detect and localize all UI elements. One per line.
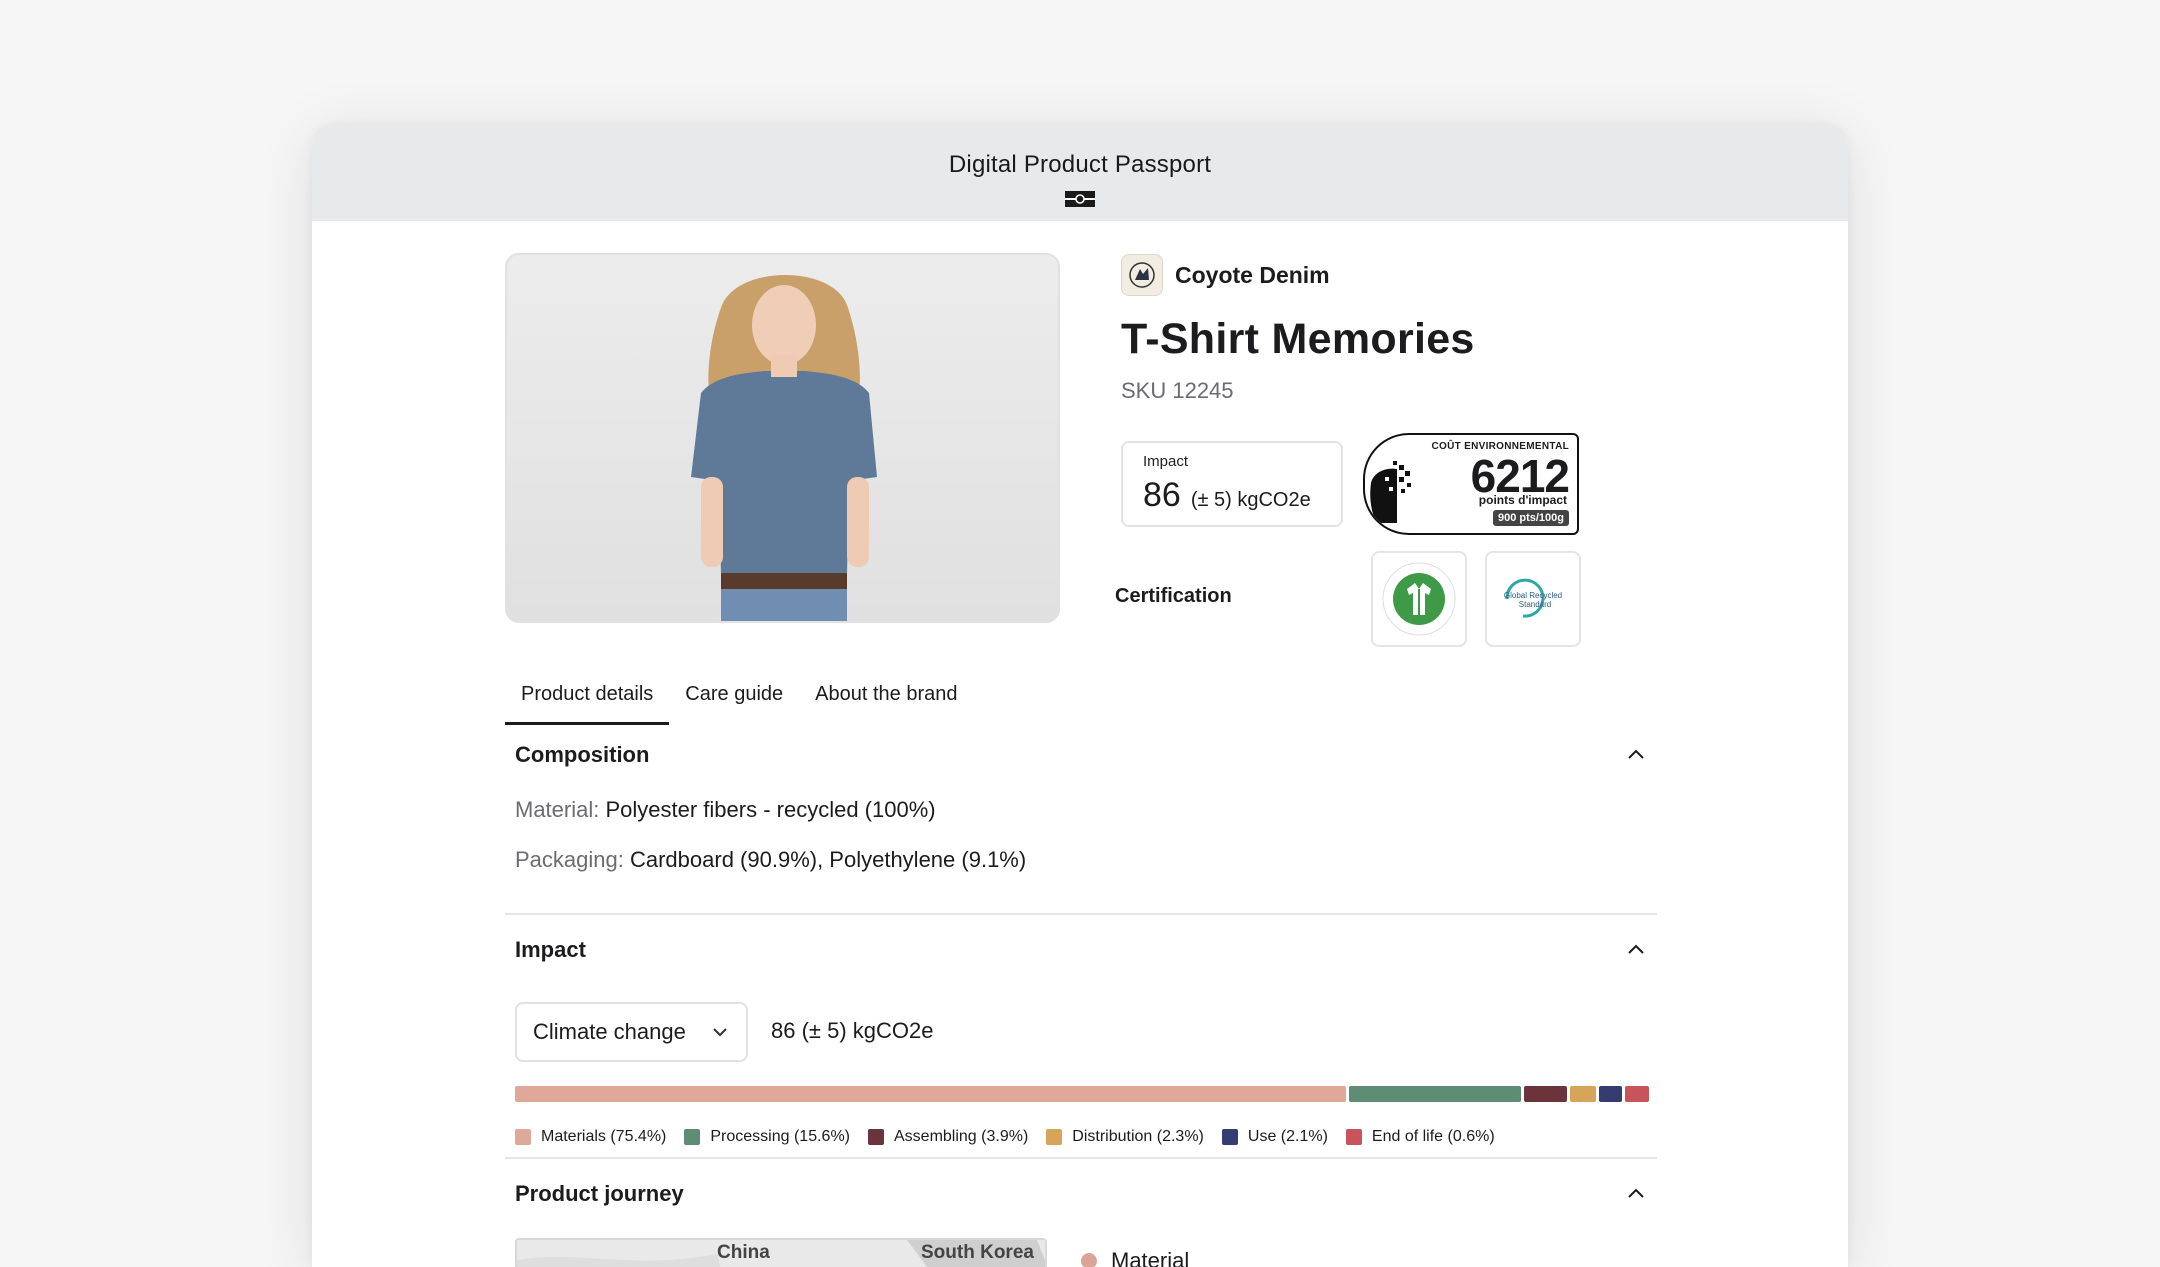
journey-map[interactable]: China South Korea: [515, 1238, 1047, 1267]
product-title: T-Shirt Memories: [1121, 315, 1475, 363]
chevron-up-icon[interactable]: [1625, 744, 1647, 766]
packaging-key: Packaging:: [515, 847, 624, 872]
impact-bar-segment[interactable]: [1570, 1086, 1596, 1102]
journey-legend-label: Material: [1111, 1248, 1190, 1267]
impact-category-value: Climate change: [533, 1019, 686, 1044]
composition-title: Composition: [515, 742, 650, 767]
legend-item: Distribution (2.3%): [1046, 1128, 1204, 1146]
chevron-down-icon: [713, 1028, 727, 1037]
journey-title: Product journey: [515, 1181, 684, 1206]
content: Coyote Denim T-Shirt Memories SKU 12245 …: [505, 253, 1657, 1267]
impact-legend: Materials (75.4%) Processing (15.6%) Assem…: [515, 1128, 1495, 1146]
impact-total: 86 (± 5) kgCO2e: [771, 1018, 934, 1043]
divider: [505, 913, 1657, 915]
impact-card-value-row: 86 (± 5) kgCO2e: [1143, 476, 1321, 515]
material-key: Material:: [515, 797, 600, 822]
tab-about-the-brand[interactable]: About the brand: [799, 673, 973, 725]
eco-label-badge: 900 pts/100g: [1492, 510, 1569, 526]
impact-bar-segment[interactable]: [1598, 1086, 1623, 1102]
impact-bar-segment[interactable]: [1625, 1086, 1649, 1102]
legend-label: Materials (75.4%): [541, 1128, 667, 1145]
svg-text:Standard: Standard: [1519, 600, 1551, 609]
material-dot-icon: [1081, 1253, 1097, 1267]
packaging-value: Cardboard (90.9%), Polyethylene (9.1%): [629, 847, 1027, 872]
certification-row: Certification Global Recycled Standard: [1115, 551, 1635, 647]
hero: Coyote Denim T-Shirt Memories SKU 12245 …: [505, 253, 1657, 653]
composition-section: Composition Material: Polyester fibers -…: [505, 735, 1657, 905]
tab-product-details[interactable]: Product details: [505, 673, 670, 725]
impact-bar-segment[interactable]: [515, 1086, 1347, 1102]
impact-header[interactable]: Impact: [505, 930, 1657, 970]
environmental-cost-label[interactable]: COÛT ENVIRONNEMENTAL 6212 points d'impac…: [1363, 433, 1579, 535]
svg-text:Global Recycled: Global Recycled: [1504, 591, 1562, 600]
brand-name[interactable]: Coyote Denim: [1175, 262, 1330, 289]
model-photo: [507, 255, 1058, 621]
gots-icon: [1382, 562, 1456, 636]
impact-breakdown-bar: [515, 1086, 1649, 1102]
legend-label: Distribution (2.3%): [1072, 1128, 1204, 1145]
legend-item: Use (2.1%): [1221, 1128, 1328, 1146]
grs-icon: Global Recycled Standard: [1504, 578, 1562, 618]
legend-label: Processing (15.6%): [710, 1128, 850, 1145]
impact-title: Impact: [515, 937, 586, 962]
legend-swatch: [515, 1129, 531, 1145]
impact-section: Impact Climate change 86 (± 5) kgCO2e Ma…: [505, 930, 1657, 1162]
legend-label: End of life (0.6%): [1371, 1128, 1495, 1145]
legend-swatch: [1046, 1129, 1063, 1145]
legend-swatch: [1345, 1129, 1362, 1145]
legend-item: Assembling (3.9%): [868, 1128, 1028, 1146]
brand-logo-icon[interactable]: [1121, 254, 1163, 296]
impact-row: Impact 86 (± 5) kgCO2e COÛT ENVIRONNEMEN…: [1121, 433, 1579, 535]
grs-badge[interactable]: Global Recycled Standard: [1485, 551, 1581, 647]
map-label-south-korea: South Korea: [921, 1242, 1034, 1263]
product-info: Coyote Denim T-Shirt Memories SKU 12245 …: [1115, 253, 1641, 647]
product-image: [505, 253, 1060, 623]
passport-logo-icon: [1065, 191, 1095, 207]
divider: [505, 1157, 1657, 1159]
legend-label: Assembling (3.9%): [894, 1128, 1029, 1145]
chevron-up-icon[interactable]: [1625, 1183, 1647, 1205]
impact-bar-segment[interactable]: [1349, 1086, 1522, 1102]
journey-legend: Material: [1081, 1248, 1189, 1267]
map-label-china: China: [717, 1242, 770, 1263]
legend-item: Processing (15.6%): [684, 1128, 850, 1146]
certification-label: Certification: [1115, 585, 1232, 607]
legend-item: Materials (75.4%): [515, 1128, 666, 1146]
impact-card-value: 86: [1143, 476, 1181, 514]
tab-care-guide[interactable]: Care guide: [669, 673, 799, 725]
passport-window: Digital Product Passport Coyote Denim T-…: [312, 123, 1848, 1267]
composition-header[interactable]: Composition: [505, 735, 1657, 775]
impact-category-select[interactable]: Climate change: [515, 1002, 748, 1062]
impact-card-unit: (± 5) kgCO2e: [1190, 489, 1311, 511]
impact-bar-segment[interactable]: [1524, 1086, 1568, 1102]
material-line: Material: Polyester fibers - recycled (1…: [515, 797, 1657, 823]
chevron-up-icon[interactable]: [1625, 939, 1647, 961]
legend-swatch: [1221, 1129, 1238, 1145]
gots-badge[interactable]: [1371, 551, 1467, 647]
journey-header[interactable]: Product journey: [505, 1174, 1657, 1214]
impact-card-label: Impact: [1143, 453, 1189, 470]
material-value: Polyester fibers - recycled (100%): [605, 797, 936, 822]
packaging-line: Packaging: Cardboard (90.9%), Polyethyle…: [515, 847, 1657, 873]
impact-card: Impact 86 (± 5) kgCO2e: [1121, 441, 1343, 527]
window-header: Digital Product Passport: [312, 123, 1848, 221]
pixel-leaf-icon: [1370, 461, 1411, 523]
legend-label: Use (2.1%): [1247, 1128, 1328, 1145]
tabs: Product details Care guide About the bra…: [505, 673, 973, 725]
brand-row: Coyote Denim: [1121, 253, 1641, 297]
legend-swatch: [868, 1129, 884, 1145]
legend-item: End of life (0.6%): [1345, 1128, 1495, 1146]
legend-swatch: [684, 1129, 701, 1145]
journey-section: Product journey China South Korea Materi…: [505, 1174, 1657, 1267]
product-sku: SKU 12245: [1121, 378, 1234, 403]
window-title: Digital Product Passport: [948, 151, 1212, 178]
eco-label-points: points d'impact: [1478, 493, 1567, 507]
